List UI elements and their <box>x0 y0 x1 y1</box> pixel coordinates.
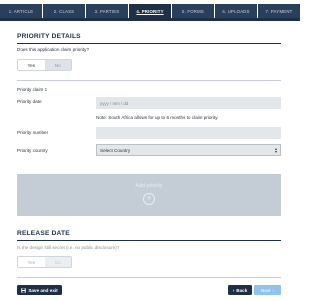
priority-details-title: PRIORITY DETAILS <box>17 33 81 40</box>
priority-country-label: Priority country <box>17 148 48 153</box>
save-and-exit-button[interactable]: Save and exit <box>17 285 62 295</box>
claim-priority-no[interactable]: No <box>44 60 71 70</box>
priority-note: Note: South Africa allows for up to 6 mo… <box>96 115 219 120</box>
next-button[interactable]: Next › <box>254 285 281 295</box>
priority-details-divider <box>17 43 281 44</box>
step-tabs: 1. ARTICLE 2. CLASS 3. PARTIES 4. PRIORI… <box>0 4 300 18</box>
tab-class[interactable]: 2. CLASS <box>43 4 85 18</box>
priority-number-input[interactable] <box>96 127 281 139</box>
save-and-exit-label: Save and exit <box>28 287 58 293</box>
tab-payment[interactable]: 7. PAYMENT <box>258 4 300 18</box>
chevron-left-icon: ‹ <box>232 287 235 293</box>
release-date-title: RELEASE DATE <box>17 230 70 237</box>
design-secret-toggle: Yes No <box>17 256 72 268</box>
footer-divider <box>17 277 281 278</box>
add-priority-label: Add priority <box>135 183 163 189</box>
priority-date-input[interactable]: yyyy / mm / dd <box>96 97 281 109</box>
priority-claim-heading: Priority claim 1 <box>17 87 48 92</box>
priority-number-label: Priority number <box>17 130 49 135</box>
select-caret-icon: ▴ ▾ <box>274 146 277 154</box>
tab-uploads[interactable]: 6. UPLOADS <box>215 4 257 18</box>
release-date-question: Is the design still secret (i.e. no publ… <box>17 245 120 250</box>
claim-priority-toggle: Yes No <box>17 59 72 71</box>
priority-country-select[interactable]: Select Country ▴ ▾ <box>96 144 281 156</box>
priority-date-label: Priority date <box>17 99 42 104</box>
back-label: Back <box>236 287 248 293</box>
tab-article[interactable]: 1. ARTICLE <box>0 4 42 18</box>
tab-priority[interactable]: 4. PRIORITY <box>129 4 171 18</box>
next-label: Next <box>261 287 271 293</box>
release-date-divider <box>17 240 281 241</box>
priority-country-value: Select Country <box>100 147 131 153</box>
tab-forms[interactable]: 5. FORMS <box>172 4 214 18</box>
claim-priority-question: Does this application claim priority? <box>17 47 89 52</box>
design-secret-no[interactable]: No <box>44 257 71 267</box>
claim-divider <box>17 80 281 81</box>
plus-icon: + <box>143 193 155 205</box>
design-secret-yes[interactable]: Yes <box>18 257 45 267</box>
claim-priority-yes[interactable]: Yes <box>18 60 45 70</box>
chevron-right-icon: › <box>272 287 274 293</box>
priority-date-placeholder: yyyy / mm / dd <box>100 100 129 106</box>
back-button[interactable]: ‹ Back <box>228 285 252 295</box>
save-icon <box>21 287 27 293</box>
tab-parties[interactable]: 3. PARTIES <box>86 4 128 18</box>
tab-underline <box>0 18 300 21</box>
add-priority-button[interactable]: Add priority + <box>17 174 281 216</box>
